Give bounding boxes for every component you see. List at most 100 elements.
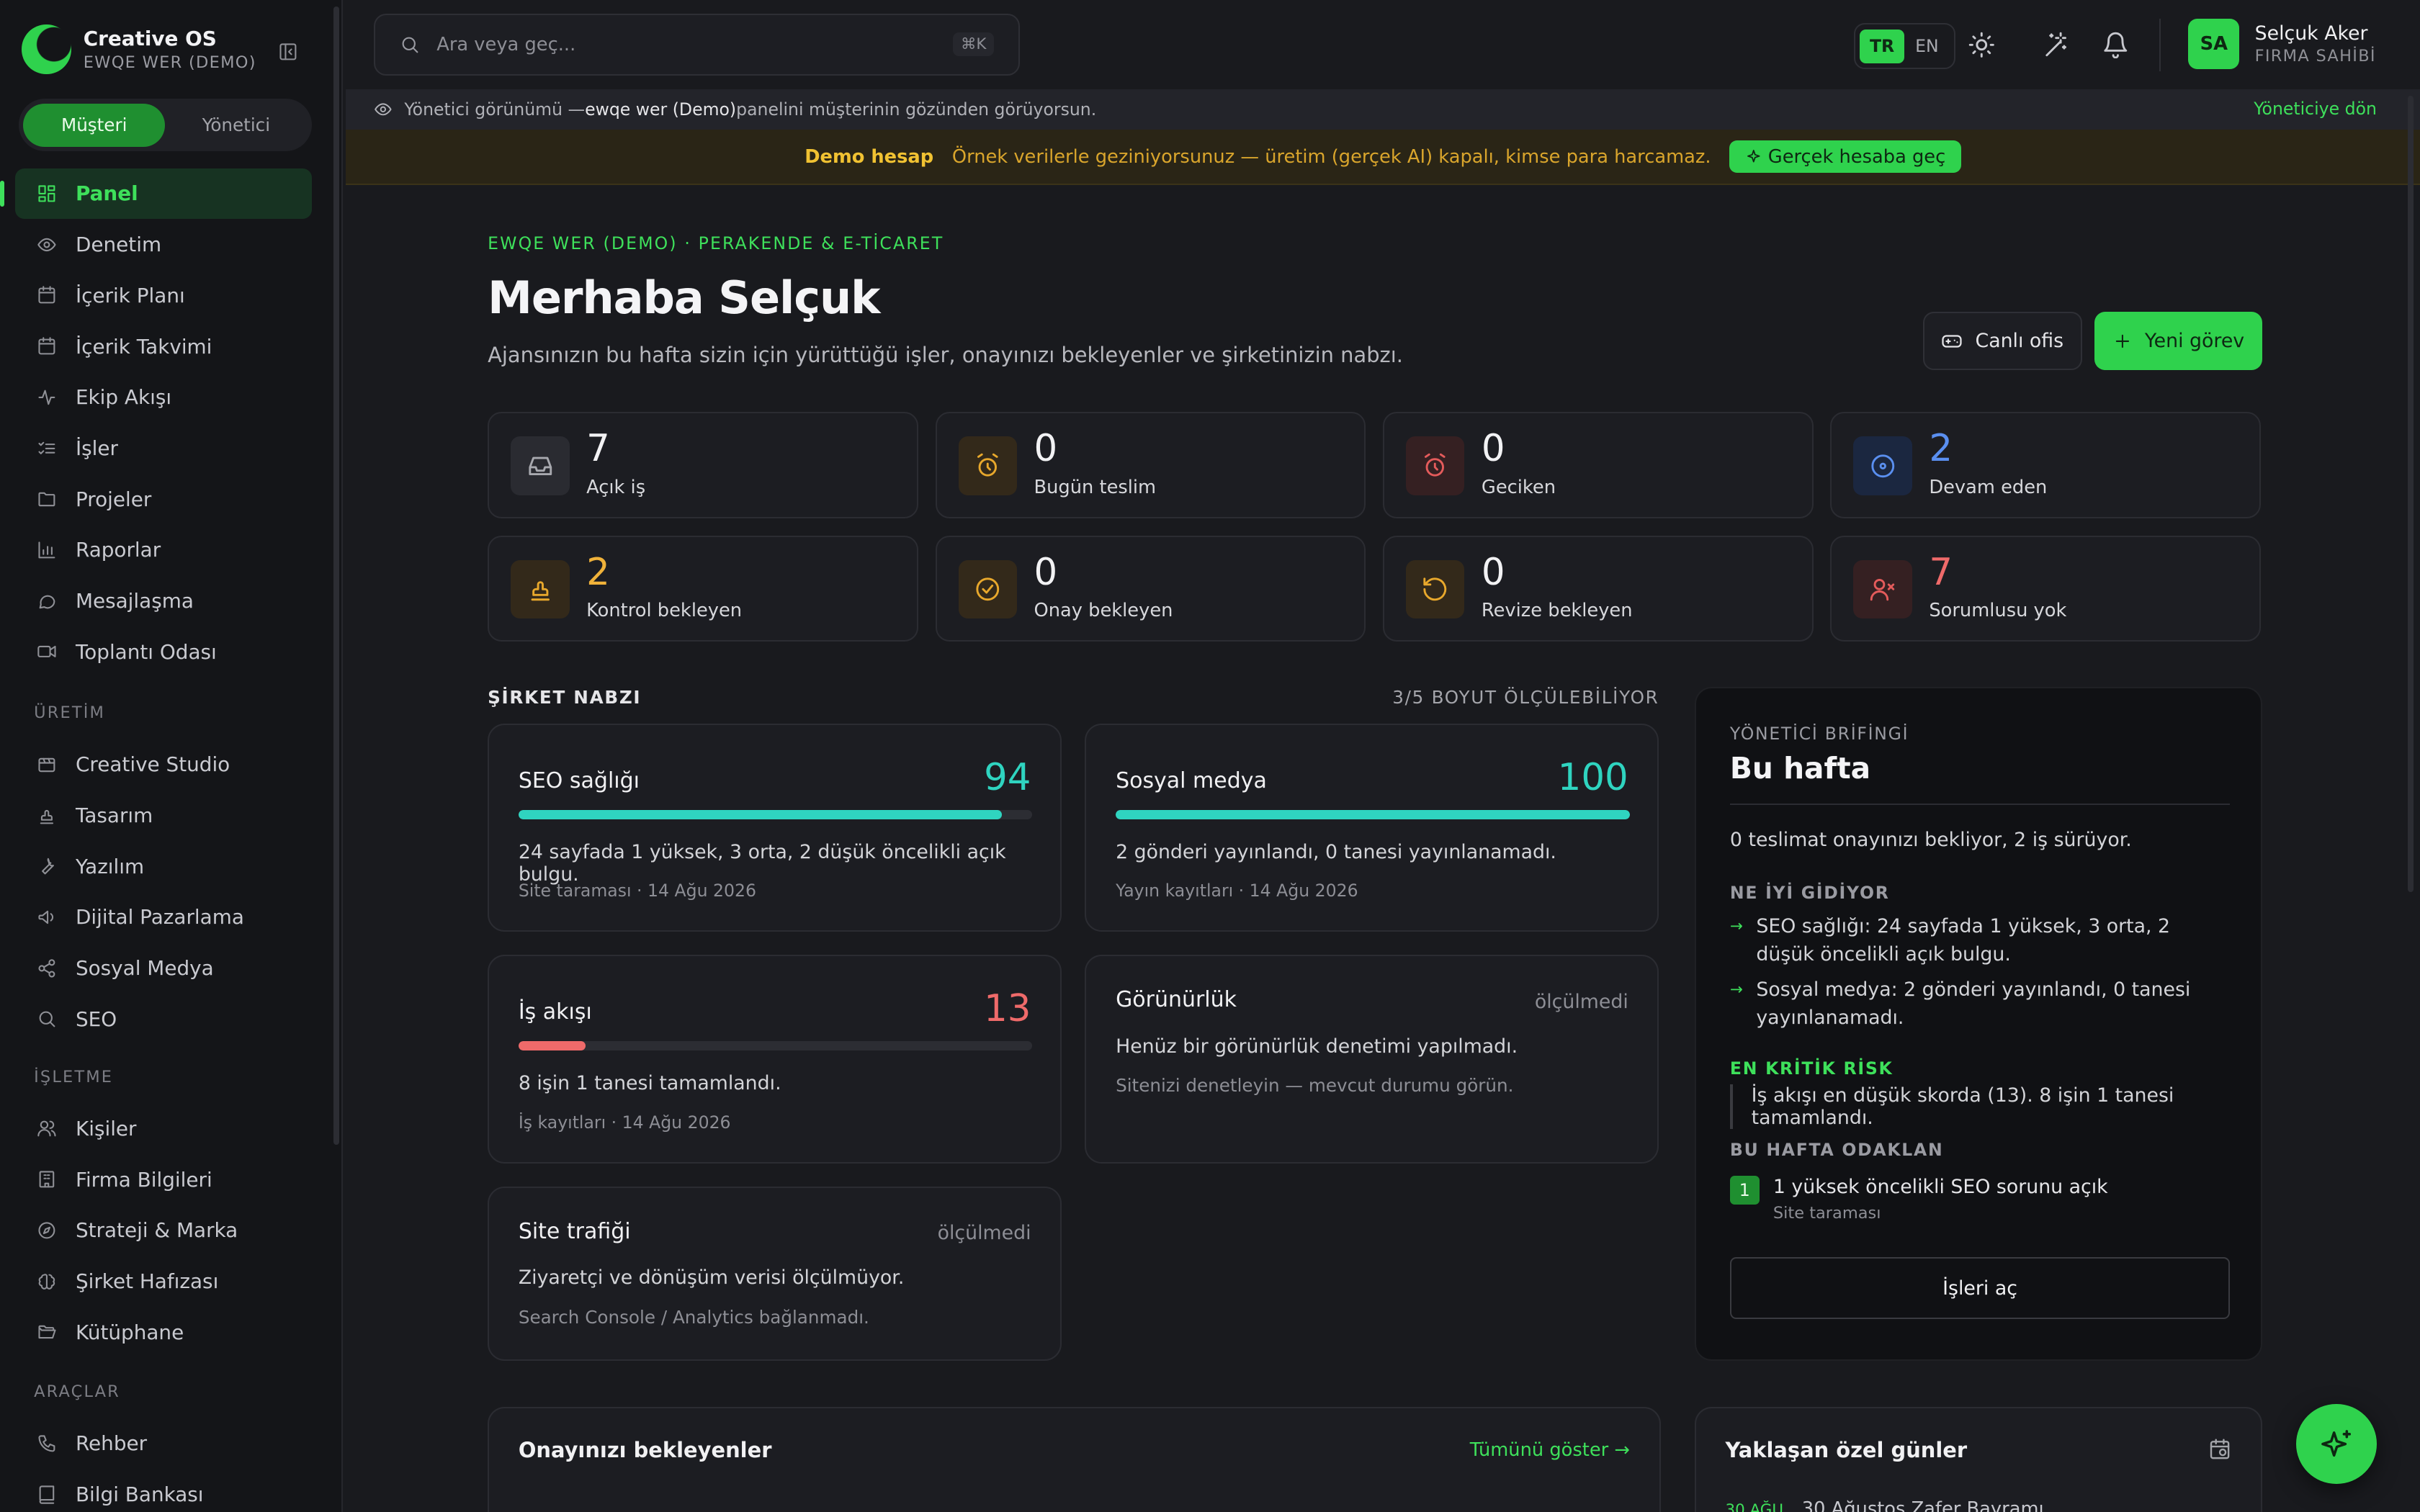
sidebar-item-library[interactable]: Kütüphane (15, 1307, 311, 1358)
topbar-divider (2159, 18, 2161, 71)
stat-label: Geciken (1481, 476, 1556, 498)
pulse-card-seo[interactable]: SEO sağlığı 94 24 sayfada 1 yüksek, 3 or… (488, 723, 1062, 932)
sun-icon[interactable] (1968, 31, 1996, 59)
admin-view-banner: Yönetici görünümü — ewqe wer (Demo) pane… (345, 89, 2420, 130)
brain-icon (37, 1272, 57, 1292)
calendar-clock-icon[interactable] (2208, 1438, 2231, 1461)
sidebar-item-social-media[interactable]: Sosyal Medya (15, 942, 311, 994)
sidebar-item-content-plan[interactable]: İçerik Planı (15, 270, 311, 321)
stat-card[interactable]: 0 Geciken (1382, 412, 1814, 518)
pulse-card-social[interactable]: Sosyal medya 100 2 gönderi yayınlandı, 0… (1085, 723, 1659, 932)
pulse-card-bar (518, 1041, 1033, 1051)
inbox-icon (526, 452, 555, 480)
bell-icon[interactable] (2102, 31, 2130, 59)
show-all-link[interactable]: Tümünü göster → (1470, 1439, 1630, 1461)
company-pulse-measured: 3/5 BOYUT ÖLÇÜLEBİLİYOR (1392, 686, 1659, 708)
stat-card[interactable]: 2 Kontrol bekleyen (488, 535, 918, 642)
open-tasks-button[interactable]: İşleri aç (1729, 1257, 2231, 1319)
focus-source: Site taraması (1773, 1204, 1881, 1223)
stat-card[interactable]: 0 Bugün teslim (935, 412, 1366, 518)
sidebar-item-label: Ekip Akışı (75, 385, 172, 410)
pulse-card-bar-fill (518, 809, 1002, 819)
message-icon (37, 591, 57, 611)
switch-to-real-account-button[interactable]: Gerçek hesaba geç (1729, 140, 1961, 174)
sidebar-item-strategy-brand[interactable]: Strateji & Marka (15, 1205, 311, 1256)
sidebar-collapse-icon[interactable] (278, 42, 298, 62)
page-title: Merhaba Selçuk (488, 271, 880, 325)
stat-value: 2 (1929, 427, 1953, 471)
sidebar-item-knowledge-base[interactable]: Bilgi Bankası (15, 1469, 311, 1512)
briefing-eyebrow: YÖNETİCİ BRİFİNGİ (1729, 723, 1909, 744)
special-day-item[interactable]: 30 AĞU 30 Ağustos Zafer Bayramı (1725, 1498, 2043, 1512)
sidebar-item-panel[interactable]: Panel (0, 168, 312, 220)
sidebar-item-audit[interactable]: Denetim (15, 219, 311, 270)
user-name: Selçuk Aker (2254, 22, 2368, 45)
sidebar-item-projects[interactable]: Projeler (15, 474, 311, 525)
lang-en-button[interactable]: EN (1904, 30, 1949, 63)
section-label-business: İŞLETME (34, 1067, 114, 1086)
pulse-card-traffic[interactable]: Site trafiği ölçülmedi Ziyaretçi ve dönü… (488, 1186, 1062, 1361)
role-admin-tab[interactable]: Yönetici (165, 104, 307, 147)
pulse-card-meta: Yayın kayıtları · 14 Ağu 2026 (1116, 881, 1358, 901)
sidebar-item-people[interactable]: Kişiler (15, 1103, 311, 1154)
pulse-card-workflow[interactable]: İş akışı 13 8 işin 1 tanesi tamamlandı. … (488, 955, 1062, 1164)
user-menu[interactable]: SA Selçuk Aker FIRMA SAHİBİ (2188, 18, 2375, 70)
sidebar-item-content-calendar[interactable]: İçerik Takvimi (15, 321, 311, 372)
sidebar-item-digital-marketing[interactable]: Dijital Pazarlama (15, 891, 311, 942)
sidebar-item-creative-studio[interactable]: Creative Studio (15, 739, 311, 790)
ai-assistant-button[interactable] (2296, 1403, 2377, 1485)
brand[interactable]: Creative OS EWQE WER (DEMO) (21, 24, 256, 74)
search-bar[interactable]: Ara veya geç... ⌘K (373, 14, 1021, 76)
list-checks-icon (37, 438, 57, 459)
stat-card[interactable]: 0 Onay bekleyen (935, 535, 1366, 642)
sidebar-item-design[interactable]: Tasarım (15, 790, 311, 841)
sidebar: Creative OS EWQE WER (DEMO) Müşteri Yöne… (0, 0, 343, 1512)
magic-wand-icon[interactable] (2043, 31, 2071, 59)
stat-value: 0 (1034, 550, 1058, 594)
calendar-icon (37, 336, 57, 356)
special-day-date: 30 AĞU (1725, 1500, 1784, 1512)
demo-banner-text: Örnek verilerle geziniyorsunuz — üretim … (951, 145, 1711, 168)
search-input[interactable]: Ara veya geç... (436, 34, 575, 55)
sidebar-item-software[interactable]: Yazılım (15, 841, 311, 892)
sidebar-item-team-flow[interactable]: Ekip Akışı (15, 372, 311, 423)
stat-card[interactable]: 0 Revize bekleyen (1382, 535, 1814, 642)
pulse-card-status: ölçülmedi (1534, 990, 1628, 1013)
briefing-summary: 0 teslimat onayınızı bekliyor, 2 iş sürü… (1729, 828, 2132, 851)
pulse-card-bar (518, 809, 1033, 819)
pulse-card-bar (1116, 809, 1630, 819)
pulse-card-bar-fill (1116, 809, 1630, 819)
sidebar-item-directory[interactable]: Rehber (15, 1418, 311, 1469)
sidebar-item-label: Firma Bilgileri (75, 1167, 212, 1192)
sidebar-scrollbar[interactable] (333, 6, 340, 1145)
stat-value: 0 (1481, 427, 1505, 471)
sidebar-item-label: İşler (75, 436, 118, 460)
sidebar-item-company-info[interactable]: Firma Bilgileri (15, 1154, 311, 1205)
sidebar-item-messaging[interactable]: Mesajlaşma (15, 575, 311, 626)
target-icon (1869, 452, 1897, 480)
role-customer-tab[interactable]: Müşteri (23, 103, 166, 147)
back-to-admin-link[interactable]: Yöneticiye dön (2254, 99, 2377, 119)
activity-icon (37, 387, 57, 408)
sidebar-item-seo[interactable]: SEO (15, 994, 311, 1045)
sidebar-item-reports[interactable]: Raporlar (15, 524, 311, 575)
pulse-card-visibility[interactable]: Görünürlük ölçülmedi Henüz bir görünürlü… (1085, 955, 1659, 1164)
main-scrollbar[interactable] (2407, 95, 2414, 892)
sidebar-item-meeting-room[interactable]: Toplantı Odası (15, 626, 311, 678)
stat-card[interactable]: 2 Devam eden (1830, 412, 2262, 518)
stat-card[interactable]: 7 Sorumlusu yok (1830, 535, 2262, 642)
stat-card[interactable]: 7 Açık iş (488, 412, 918, 518)
sidebar-item-company-memory[interactable]: Şirket Hafızası (15, 1256, 311, 1307)
stat-value: 2 (586, 550, 610, 594)
sidebar-item-tasks[interactable]: İşler (15, 423, 311, 474)
section-label-tools: ARAÇLAR (34, 1382, 120, 1401)
admin-banner-prefix: Yönetici görünümü — (404, 99, 586, 120)
pulse-card-title: SEO sağlığı (518, 768, 640, 793)
admin-banner-panel: ewqe wer (Demo) (585, 99, 737, 120)
pulse-card-meta: Sitenizi denetleyin — mevcut durumu görü… (1116, 1075, 1514, 1097)
avatar: SA (2188, 18, 2240, 70)
new-task-button[interactable]: Yeni görev (2094, 311, 2263, 371)
users-icon (37, 1118, 57, 1138)
live-office-button[interactable]: Canlı ofis (1922, 311, 2082, 371)
lang-tr-button[interactable]: TR (1859, 29, 1905, 63)
